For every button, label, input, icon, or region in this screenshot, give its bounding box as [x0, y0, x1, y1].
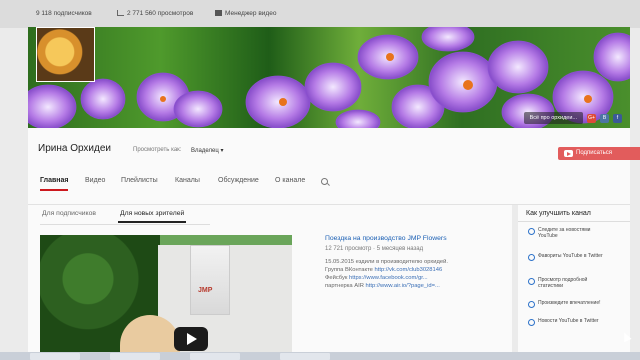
featured-section: Для подписчиков Для новых зрителей JMP П…	[28, 205, 512, 360]
desc-text: Группа ВКонтакте	[325, 267, 375, 273]
tip-text: Фавориты YouTube в Twitter	[538, 253, 603, 259]
tab-playlists[interactable]: Плейлисты	[121, 177, 158, 184]
youtube-play-icon	[564, 150, 573, 157]
desc-text: партнерка AIR	[325, 283, 366, 289]
play-button-icon[interactable]	[174, 327, 208, 351]
featured-video-meta: 12 721 просмотр · 5 месяцев назад	[325, 246, 424, 252]
subtab-subscribers[interactable]: Для подписчиков	[42, 210, 96, 217]
video-desc-line: 15.05.2015 ездили в производителю орхиде…	[325, 259, 448, 265]
tip-text: Следите за новостями YouTube	[538, 227, 591, 239]
tab-about[interactable]: О канале	[275, 177, 305, 184]
google-plus-icon[interactable]: G+	[587, 113, 596, 123]
sidebar-divider	[518, 221, 630, 222]
sidebar-title: Как улучшить канал	[526, 210, 591, 217]
subtab-divider	[40, 224, 210, 225]
bullet-icon	[528, 228, 535, 235]
bullet-icon	[528, 254, 535, 261]
channel-banner: Всё про орхидеи... G+ B f	[28, 27, 630, 128]
channel-name: Ирина Орхидеи	[38, 143, 111, 154]
view-count: 2 771 560 просмотров	[117, 10, 193, 17]
chart-icon	[117, 10, 124, 16]
channel-header: Ирина Орхидеи Просмотреть как: Владелец …	[28, 128, 640, 205]
jmp-logo: JMP	[198, 287, 213, 294]
video-manager-link[interactable]: Менеджер видео	[215, 10, 276, 17]
desc-text: Фейсбук	[325, 275, 350, 281]
tab-discussion[interactable]: Обсуждение	[218, 177, 259, 184]
featured-video-player[interactable]: JMP	[40, 235, 292, 360]
bullet-icon	[528, 278, 535, 285]
air-partner-link[interactable]: http://www.air.io/?page_id=...	[366, 283, 440, 289]
subtab-new-viewers[interactable]: Для новых зрителей	[117, 210, 187, 223]
featured-video-title[interactable]: Поездка на производство JMP Flowers	[325, 235, 447, 242]
taskbar-item[interactable]	[30, 353, 80, 360]
video-desc-line: партнерка AIR http://www.air.io/?page_id…	[325, 283, 440, 289]
channel-stats-bar: 9 118 подписчиков 2 771 560 просмотров М…	[0, 0, 640, 28]
banner-links: Всё про орхидеи... G+ B f	[523, 112, 622, 124]
improve-channel-sidebar: Как улучшить канал Следите за новостями …	[518, 205, 630, 360]
tip-text: Просмотр подробной статистики	[538, 277, 588, 289]
bullet-icon	[528, 319, 535, 326]
os-taskbar	[0, 352, 640, 360]
channel-avatar[interactable]	[36, 27, 95, 82]
video-desc-line: Фейсбук https://www.facebook.com/gr...	[325, 275, 428, 281]
facebook-icon[interactable]: f	[613, 113, 622, 123]
video-manager-icon	[215, 10, 222, 16]
taskbar-item[interactable]	[280, 353, 330, 360]
subscribe-button[interactable]: Подписаться	[558, 147, 640, 160]
video-thumbnail-poster	[190, 245, 230, 315]
facebook-link[interactable]: https://www.facebook.com/gr...	[349, 275, 428, 281]
view-count-text: 2 771 560 просмотров	[127, 10, 194, 17]
subscriber-count: 9 118 подписчиков	[36, 10, 92, 17]
tip-text: Произведите впечатление!	[538, 300, 601, 306]
bullet-icon	[528, 301, 535, 308]
chevron-down-icon: ▾	[220, 148, 224, 154]
view-as-value: Владелец	[191, 148, 219, 154]
search-icon[interactable]	[321, 178, 328, 185]
view-as-label: Просмотреть как:	[133, 147, 182, 153]
vk-group-link[interactable]: http://vk.com/club3028146	[375, 267, 443, 273]
tab-videos[interactable]: Видео	[85, 177, 105, 184]
taskbar-item[interactable]	[110, 353, 160, 360]
tip-text: Новости YouTube в Twitter	[538, 318, 599, 324]
banner-main-link[interactable]: Всё про орхидеи...	[523, 112, 583, 124]
tab-home[interactable]: Главная	[40, 177, 69, 191]
vk-icon[interactable]: B	[600, 113, 609, 123]
browser-screen: 9 118 подписчиков 2 771 560 просмотров М…	[0, 0, 640, 360]
taskbar-item[interactable]	[190, 353, 240, 360]
video-manager-label: Менеджер видео	[225, 10, 277, 17]
view-as-dropdown[interactable]: Владелец ▾	[191, 147, 223, 154]
video-desc-line: Группа ВКонтакте http://vk.com/club30281…	[325, 267, 442, 273]
subscribe-label: Подписаться	[576, 150, 612, 156]
tab-channels[interactable]: Каналы	[175, 177, 200, 184]
desc-text: 15.05.2015 ездили в производителю орхиде…	[325, 259, 448, 265]
